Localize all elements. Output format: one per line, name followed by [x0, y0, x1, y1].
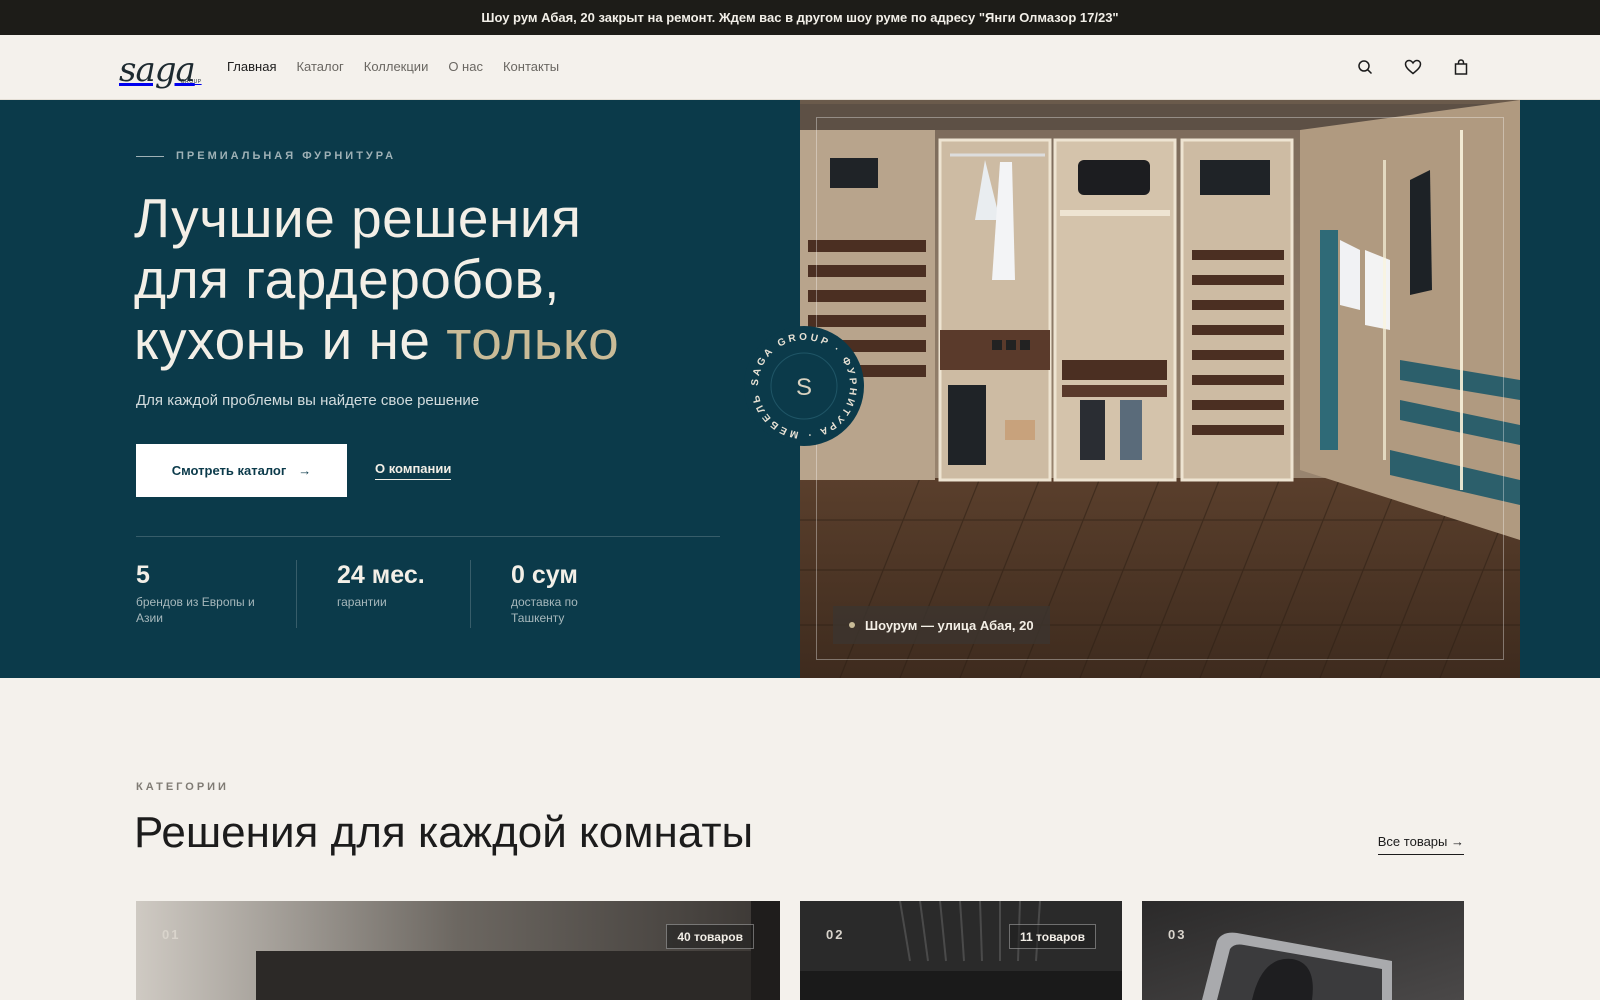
header-actions: [1354, 56, 1472, 78]
hero-divider: [136, 536, 720, 537]
logo-subtext: GROUP: [180, 79, 202, 85]
stat-label: гарантии: [337, 595, 387, 609]
site-header: saga GROUP Главная Каталог Коллекции О н…: [0, 35, 1600, 100]
category-image: [136, 901, 780, 1000]
heart-icon[interactable]: [1402, 56, 1424, 78]
category-index: 01: [162, 927, 181, 942]
nav-collections[interactable]: Коллекции: [364, 59, 429, 74]
arrow-right-icon: →: [298, 463, 312, 478]
category-image: [1142, 901, 1464, 1000]
search-icon[interactable]: [1354, 56, 1376, 78]
nav-about[interactable]: О нас: [448, 59, 483, 74]
stat-value: 0 сум: [511, 561, 578, 589]
category-image: [800, 901, 1122, 1000]
category-card-3[interactable]: 03: [1142, 901, 1464, 1000]
showroom-chip-text: Шоурум — улица Абая, 20: [865, 617, 1034, 633]
hero-title-line-1: Лучшие решения: [134, 187, 582, 249]
showroom-chip: Шоурум — улица Абая, 20: [833, 606, 1050, 644]
hero-section: ПРЕМИАЛЬНАЯ ФУРНИТУРА Лучшие решения для…: [0, 100, 1600, 678]
about-company-link[interactable]: О компании: [375, 461, 452, 480]
categories-title: Решения для каждой комнаты: [134, 808, 754, 857]
view-catalog-label: Смотреть каталог: [171, 463, 287, 478]
hero-eyebrow: ПРЕМИАЛЬНАЯ ФУРНИТУРА: [136, 150, 396, 162]
hero-title: Лучшие решения для гардеробов, кухонь и …: [134, 188, 619, 371]
categories-eyebrow: КАТЕГОРИИ: [136, 781, 229, 793]
stat-delivery: 0 сум доставка по Ташкенту: [511, 560, 601, 626]
announcement-text: Шоу рум Абая, 20 закрыт на ремонт. Ждем …: [481, 10, 1119, 25]
main-nav: Главная Каталог Коллекции О нас Контакты: [227, 59, 559, 74]
view-catalog-button[interactable]: Смотреть каталог →: [136, 444, 347, 497]
category-count-badge: 40 товаров: [666, 924, 754, 949]
stat-value: 5: [136, 561, 150, 589]
hero-subtitle: Для каждой проблемы вы найдете свое реше…: [136, 392, 480, 409]
nav-contacts[interactable]: Контакты: [503, 59, 559, 74]
stat-separator: [296, 560, 297, 628]
category-index: 03: [1168, 927, 1187, 942]
category-card-2[interactable]: 02 11 товаров: [800, 901, 1122, 1000]
badge-emblem-icon: SAGA GROUP · ФУРНИТУРА · МЕБЕЛЬ · S: [739, 316, 864, 446]
hero-title-accent: только: [446, 309, 620, 371]
eyebrow-line: [136, 155, 164, 157]
stat-label: брендов из Европы и Азии: [136, 595, 255, 625]
announcement-bar: Шоу рум Абая, 20 закрыт на ремонт. Ждем …: [0, 0, 1600, 35]
stat-brands: 5 брендов из Европы и Азии: [136, 560, 266, 626]
stat-warranty: 24 мес. гарантии: [337, 560, 467, 610]
brand-badge: SAGA GROUP · ФУРНИТУРА · МЕБЕЛЬ · S: [739, 316, 866, 448]
hero-eyebrow-text: ПРЕМИАЛЬНАЯ ФУРНИТУРА: [176, 150, 397, 162]
stat-label: доставка по Ташкенту: [511, 595, 578, 625]
category-count-badge: 11 товаров: [1009, 924, 1096, 949]
bag-icon[interactable]: [1450, 56, 1472, 78]
location-dot-icon: [849, 622, 855, 628]
stat-separator: [470, 560, 471, 628]
wardrobe-illustration: [800, 100, 1520, 678]
category-index: 02: [826, 927, 845, 942]
hero-showroom-image: Шоурум — улица Абая, 20: [800, 100, 1520, 678]
nav-catalog[interactable]: Каталог: [296, 59, 343, 74]
logo[interactable]: saga GROUP: [119, 47, 202, 87]
nav-home[interactable]: Главная: [227, 59, 276, 74]
hero-title-line-2: для гардеробов,: [134, 248, 560, 310]
category-card-1[interactable]: 01 40 товаров: [136, 901, 780, 1000]
stat-value: 24 мес.: [337, 561, 425, 589]
all-products-link[interactable]: Все товары →: [1377, 834, 1464, 855]
badge-center-letter: S: [796, 374, 812, 401]
hero-title-line-3: кухонь и не: [134, 309, 447, 371]
